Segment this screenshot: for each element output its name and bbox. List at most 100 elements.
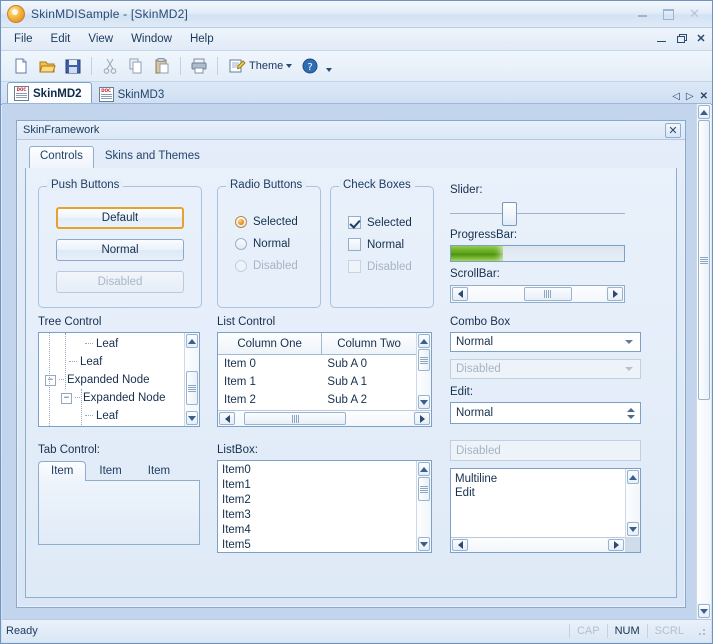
scroll-thumb[interactable] — [698, 120, 710, 400]
tree-node[interactable]: Leaf — [43, 407, 199, 425]
tree-control[interactable]: Leaf Leaf − Expanded Node − Expanded Nod… — [38, 332, 200, 427]
list-control[interactable]: Column One Column Two Item 0 Sub A 0 Ite… — [217, 332, 432, 427]
scroll-left-icon[interactable] — [452, 539, 468, 551]
scroll-left-icon[interactable] — [452, 287, 468, 301]
open-icon[interactable] — [35, 54, 59, 78]
horizontal-scrollbar[interactable] — [450, 285, 625, 303]
minimize-icon[interactable] — [631, 5, 654, 24]
slider-thumb[interactable] — [502, 202, 517, 226]
tab-close-icon[interactable]: ✕ — [700, 91, 708, 102]
spinner-icon[interactable] — [627, 407, 635, 419]
maximize-icon[interactable] — [657, 5, 680, 24]
table-row[interactable]: Item 1 Sub A 1 — [218, 373, 416, 391]
list-item[interactable]: Item1 — [218, 478, 416, 493]
scroll-thumb[interactable] — [186, 371, 198, 405]
scroll-track[interactable] — [469, 538, 607, 552]
slider[interactable] — [450, 200, 625, 226]
scroll-up-icon[interactable] — [418, 334, 430, 348]
cut-icon[interactable] — [98, 54, 122, 78]
tab-next-icon[interactable]: ▷ — [686, 91, 694, 102]
scroll-track[interactable] — [185, 349, 199, 410]
help-icon[interactable]: ? — [298, 54, 322, 78]
mdi-vertical-scrollbar[interactable] — [696, 104, 711, 619]
paste-icon[interactable] — [150, 54, 174, 78]
slider-track[interactable] — [450, 213, 625, 214]
tree-collapse-icon[interactable]: − — [61, 392, 72, 404]
scroll-track[interactable] — [469, 286, 606, 302]
scroll-left-icon[interactable] — [219, 412, 235, 425]
tree-node[interactable]: − Expanded Node — [43, 371, 199, 389]
menu-item-edit[interactable]: Edit — [42, 30, 80, 48]
scroll-track[interactable] — [626, 485, 640, 521]
scroll-up-icon[interactable] — [627, 470, 639, 484]
tree-collapse-icon[interactable]: − — [45, 374, 56, 386]
default-button[interactable]: Default — [56, 207, 184, 229]
child-close-icon[interactable]: ✕ — [665, 123, 681, 138]
mdi-restore-icon[interactable] — [674, 30, 688, 46]
toolbar-overflow-icon[interactable] — [326, 60, 333, 72]
scroll-down-icon[interactable] — [627, 522, 639, 536]
tree-node[interactable]: Leaf — [43, 353, 199, 371]
scroll-track[interactable] — [417, 349, 431, 394]
tab-skins-and-themes[interactable]: Skins and Themes — [94, 146, 211, 168]
menu-item-help[interactable]: Help — [181, 30, 223, 48]
tree-node[interactable]: − Expanded Node — [43, 389, 199, 407]
normal-button[interactable]: Normal — [56, 239, 184, 261]
list-item[interactable]: Item0 — [218, 463, 416, 478]
scroll-down-icon[interactable] — [186, 411, 198, 425]
resize-grip-icon[interactable] — [695, 625, 707, 637]
multiline-vertical-scrollbar[interactable] — [625, 469, 640, 537]
inner-tab-item-3[interactable]: Item — [135, 461, 183, 480]
mdi-tab-skinmd3[interactable]: SkinMD3 — [92, 84, 175, 104]
checkbox-normal[interactable]: Normal — [348, 238, 404, 251]
tree-node[interactable]: Leaf — [43, 425, 199, 426]
scroll-up-icon[interactable] — [418, 462, 430, 476]
theme-dropdown-button[interactable]: Theme — [224, 54, 296, 78]
table-row[interactable]: Item 0 Sub A 0 — [218, 355, 416, 373]
edit-normal-field[interactable]: Normal — [450, 402, 641, 424]
radio-normal-icon[interactable] — [235, 238, 247, 250]
mdi-tab-skinmd2[interactable]: SkinMD2 — [7, 82, 92, 104]
radio-normal[interactable]: Normal — [235, 238, 290, 250]
save-icon[interactable] — [61, 54, 85, 78]
scroll-thumb[interactable] — [418, 477, 430, 501]
tab-controls[interactable]: Controls — [29, 146, 94, 169]
scroll-right-icon[interactable] — [607, 287, 623, 301]
scroll-up-icon[interactable] — [186, 334, 198, 348]
scroll-right-icon[interactable] — [414, 412, 430, 425]
scroll-down-icon[interactable] — [418, 395, 430, 409]
close-icon[interactable]: ✕ — [683, 5, 706, 24]
checkbox-normal-icon[interactable] — [348, 238, 361, 251]
scroll-down-icon[interactable] — [418, 537, 430, 551]
scroll-track[interactable] — [417, 477, 431, 536]
multiline-edit[interactable]: Multiline Edit — [450, 468, 641, 553]
scroll-thumb[interactable] — [523, 287, 572, 301]
chevron-down-icon[interactable] — [625, 340, 633, 344]
list-box[interactable]: Item0 Item1 Item2 Item3 Item4 Item5 Item… — [217, 460, 432, 553]
checkbox-selected-icon[interactable] — [348, 216, 361, 229]
radio-selected[interactable]: Selected — [235, 216, 298, 228]
menu-item-view[interactable]: View — [79, 30, 122, 48]
scroll-down-icon[interactable] — [698, 604, 710, 618]
combo-box-normal[interactable]: Normal — [450, 332, 641, 352]
inner-tab-item-1[interactable]: Item — [38, 461, 87, 481]
scroll-thumb[interactable] — [418, 349, 430, 371]
tree-node[interactable]: Leaf — [43, 335, 199, 353]
column-header-one[interactable]: Column One — [218, 333, 323, 354]
scroll-up-icon[interactable] — [698, 105, 710, 119]
list-item[interactable]: Item5 — [218, 538, 416, 552]
column-header-two[interactable]: Column Two — [322, 333, 416, 354]
list-item[interactable]: Item2 — [218, 493, 416, 508]
scroll-track[interactable] — [236, 411, 413, 426]
radio-selected-icon[interactable] — [235, 216, 247, 228]
scroll-track[interactable] — [697, 120, 711, 603]
table-row[interactable]: Item 2 Sub A 2 — [218, 391, 416, 409]
inner-tab-item-2[interactable]: Item — [86, 461, 134, 480]
mdi-close-icon[interactable]: ✕ — [694, 30, 708, 46]
menu-item-file[interactable]: File — [5, 30, 42, 48]
mdi-minimize-icon[interactable] — [654, 30, 668, 46]
list-item[interactable]: Item4 — [218, 523, 416, 538]
scroll-right-icon[interactable] — [608, 539, 624, 551]
tab-prev-icon[interactable]: ◁ — [672, 91, 680, 102]
chevron-down-icon[interactable] — [286, 64, 293, 68]
